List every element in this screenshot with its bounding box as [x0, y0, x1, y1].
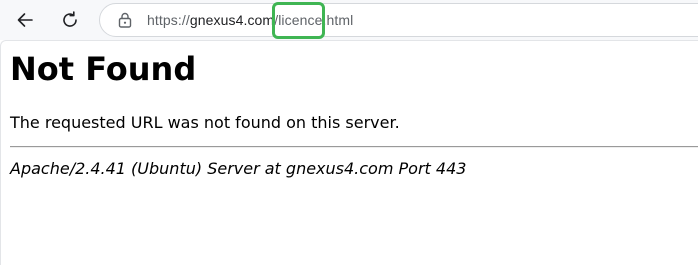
server-signature: Apache/2.4.41 (Ubuntu) Server at gnexus4… — [10, 159, 467, 178]
url-domain: gnexus4.com — [189, 12, 275, 28]
browser-toolbar: https://gnexus4.com/licence.html — [0, 0, 698, 40]
url-prefix: https:// — [147, 12, 190, 28]
refresh-icon — [63, 11, 77, 27]
arrow-left-icon — [17, 13, 33, 27]
error-message: The requested URL was not found on this … — [10, 113, 400, 132]
back-button[interactable] — [9, 4, 41, 36]
address-bar[interactable]: https://gnexus4.com/licence.html — [99, 3, 698, 37]
page-title: Not Found — [10, 50, 197, 88]
divider — [10, 146, 698, 148]
url-path-highlight — [272, 2, 325, 39]
lock-icon[interactable] — [116, 11, 134, 33]
refresh-button[interactable] — [54, 4, 86, 36]
